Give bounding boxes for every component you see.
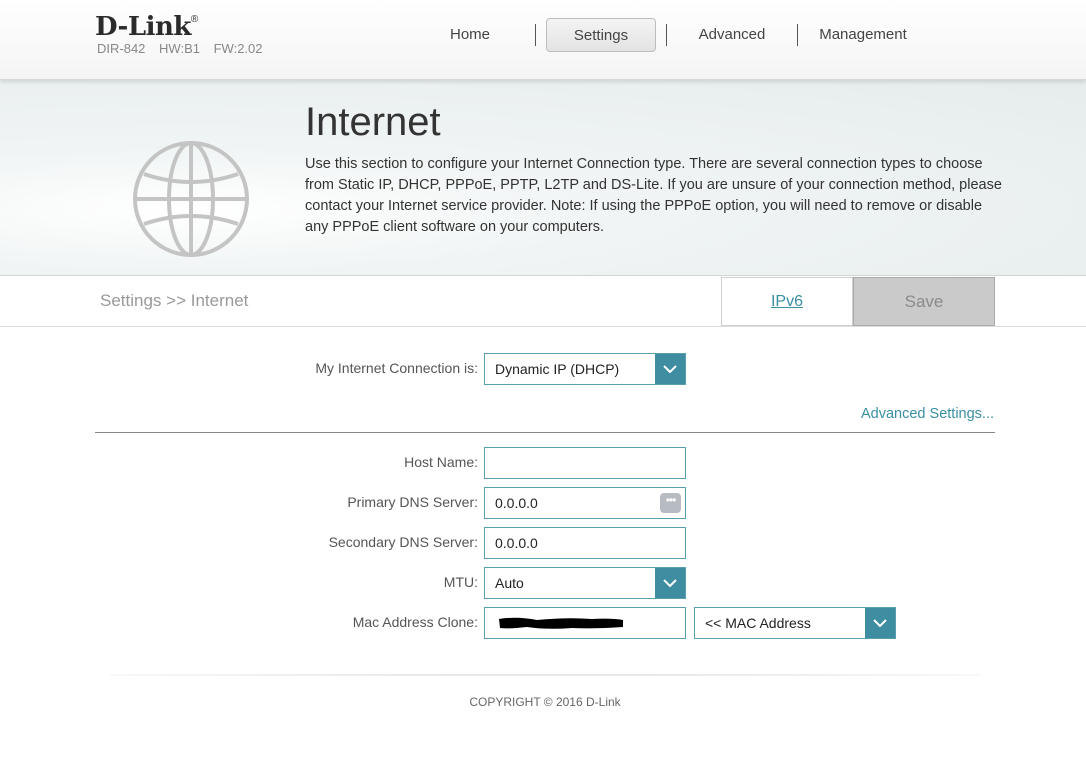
page-banner: Internet Use this section to configure y… — [0, 80, 1086, 276]
secondary-dns-input[interactable]: 0.0.0.0 — [484, 527, 686, 559]
nav-management[interactable]: Management — [808, 18, 918, 52]
connection-type-value: Dynamic IP (DHCP) — [495, 361, 620, 377]
redaction-mark — [499, 617, 623, 629]
primary-dns-input[interactable]: 0.0.0.0 ••• — [484, 487, 686, 519]
page-title: Internet — [305, 100, 441, 144]
nav-advanced[interactable]: Advanced — [677, 18, 787, 52]
dropdown-toggle[interactable] — [655, 568, 685, 598]
footer-divider — [110, 674, 980, 676]
copyright-text: COPYRIGHT © 2016 D-Link — [469, 695, 621, 709]
mtu-label: MTU: — [443, 574, 478, 590]
host-name-label: Host Name: — [404, 454, 478, 470]
model-number: DIR-842 — [97, 41, 146, 56]
hardware-version: HW:B1 — [159, 41, 200, 56]
primary-dns-row: Primary DNS Server: 0.0.0.0 ••• — [0, 487, 1086, 519]
chevron-down-icon — [663, 365, 677, 374]
breadcrumb: Settings >> Internet — [100, 291, 249, 310]
top-bar: D-Link® DIR-842 HW:B1 FW:2.02 Home Setti… — [0, 0, 1086, 80]
secondary-dns-row: Secondary DNS Server: 0.0.0.0 — [0, 527, 1086, 559]
mtu-value: Auto — [495, 575, 524, 591]
save-button[interactable]: Save — [853, 277, 995, 326]
connection-type-label: My Internet Connection is: — [315, 360, 478, 376]
mac-address-select[interactable]: << MAC Address — [694, 607, 896, 639]
mac-address-select-value: << MAC Address — [705, 615, 811, 631]
nav-home[interactable]: Home — [415, 18, 525, 52]
breadcrumb-bar: Settings >> Internet IPv6 Save — [0, 276, 1086, 327]
nav-separator — [535, 24, 536, 46]
connection-type-select[interactable]: Dynamic IP (DHCP) — [484, 353, 686, 385]
dlink-logo: D-Link® — [95, 12, 198, 42]
dropdown-toggle[interactable] — [655, 354, 685, 384]
firmware-version: FW:2.02 — [213, 41, 263, 56]
advanced-settings-link[interactable]: Advanced Settings... — [861, 406, 994, 422]
mtu-select[interactable]: Auto — [484, 567, 686, 599]
secondary-dns-label: Secondary DNS Server: — [328, 534, 478, 550]
chevron-down-icon — [873, 619, 887, 628]
primary-dns-label: Primary DNS Server: — [347, 494, 478, 510]
dropdown-toggle[interactable] — [865, 608, 895, 638]
ipv6-button[interactable]: IPv6 — [721, 277, 853, 326]
device-info: DIR-842 HW:B1 FW:2.02 — [97, 41, 273, 56]
nav-settings[interactable]: Settings — [546, 18, 656, 52]
mac-clone-label: Mac Address Clone: — [352, 614, 478, 630]
ellipsis-icon[interactable]: ••• — [660, 493, 681, 513]
connection-type-row: My Internet Connection is: Dynamic IP (D… — [0, 353, 1086, 385]
mtu-row: MTU: Auto — [0, 567, 1086, 599]
host-name-input[interactable] — [484, 447, 686, 479]
mac-clone-input[interactable] — [484, 607, 686, 639]
page-description: Use this section to configure your Inter… — [305, 156, 1002, 235]
main-nav: Home Settings Advanced Management — [415, 18, 918, 52]
globe-icon — [133, 141, 249, 257]
host-name-row: Host Name: — [0, 447, 1086, 479]
primary-dns-value: 0.0.0.0 — [495, 495, 538, 511]
nav-separator — [797, 24, 798, 46]
mac-clone-row: Mac Address Clone: << MAC Address — [0, 607, 1086, 639]
nav-separator — [666, 24, 667, 46]
chevron-down-icon — [663, 579, 677, 588]
section-divider — [95, 432, 995, 433]
